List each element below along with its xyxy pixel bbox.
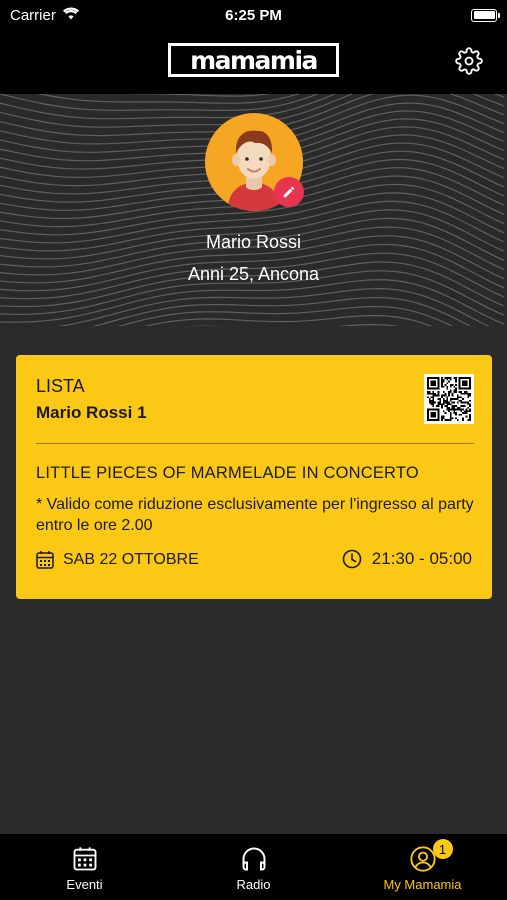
- tab-my-mamamia-label: My Mamamia: [383, 877, 462, 892]
- event-title: LITTLE PIECES OF MARMELADE IN CONCERTO: [36, 464, 419, 482]
- event-time-label: 21:30 - 05:00: [371, 549, 472, 568]
- ticket-holder: Mario Rossi 1: [36, 403, 147, 422]
- tab-radio[interactable]: Radio: [169, 834, 338, 900]
- event-date: SAB 22 OTTOBRE: [36, 550, 199, 569]
- tab-eventi-label: Eventi: [66, 877, 103, 892]
- carrier-label: Carrier: [10, 6, 56, 24]
- calendar-icon: [70, 844, 100, 874]
- battery-icon: [471, 8, 500, 22]
- qr-code-icon: [427, 377, 471, 421]
- event-note: * Valido come riduzione esclusivamente p…: [36, 496, 474, 534]
- calendar-icon: [36, 551, 54, 569]
- settings-button[interactable]: [455, 47, 483, 75]
- nav-bar: mamamia: [0, 30, 507, 94]
- profile-name: Mario Rossi: [205, 232, 302, 252]
- tab-my-mamamia[interactable]: 1 My Mamamia: [338, 834, 507, 900]
- profile-header: Mario Rossi Anni 25, Ancona: [0, 94, 507, 326]
- ticket-card[interactable]: LISTA Mario Rossi 1 LITTLE PIECES OF MAR…: [16, 355, 492, 599]
- tab-radio-label: Radio: [236, 877, 271, 892]
- tab-eventi[interactable]: Eventi: [0, 834, 169, 900]
- mamamia-logo: mamamia: [168, 43, 339, 77]
- profile-age-city: Anni 25, Ancona: [187, 264, 320, 284]
- ticket-type: LISTA: [36, 376, 85, 396]
- edit-profile-button[interactable]: [274, 177, 304, 207]
- clock-icon: [342, 549, 362, 569]
- event-time: 21:30 - 05:00: [342, 549, 472, 569]
- status-left: Carrier: [10, 7, 80, 24]
- event-date-label: SAB 22 OTTOBRE: [63, 550, 199, 568]
- qr-code-button[interactable]: [424, 374, 474, 424]
- main-content: LISTA Mario Rossi 1 LITTLE PIECES OF MAR…: [0, 326, 507, 834]
- status-bar: Carrier 6:25 PM: [0, 0, 507, 30]
- gear-icon: [455, 47, 483, 75]
- logo-text: mamamia: [190, 45, 318, 75]
- tab-bar: Eventi Radio 1 My Mamamia: [0, 834, 507, 900]
- pencil-icon: [283, 186, 295, 198]
- headphones-icon: [239, 844, 269, 874]
- card-divider: [36, 443, 474, 444]
- user-circle-icon: 1: [408, 839, 453, 874]
- wifi-icon: [62, 7, 80, 24]
- notification-badge: 1: [432, 839, 453, 859]
